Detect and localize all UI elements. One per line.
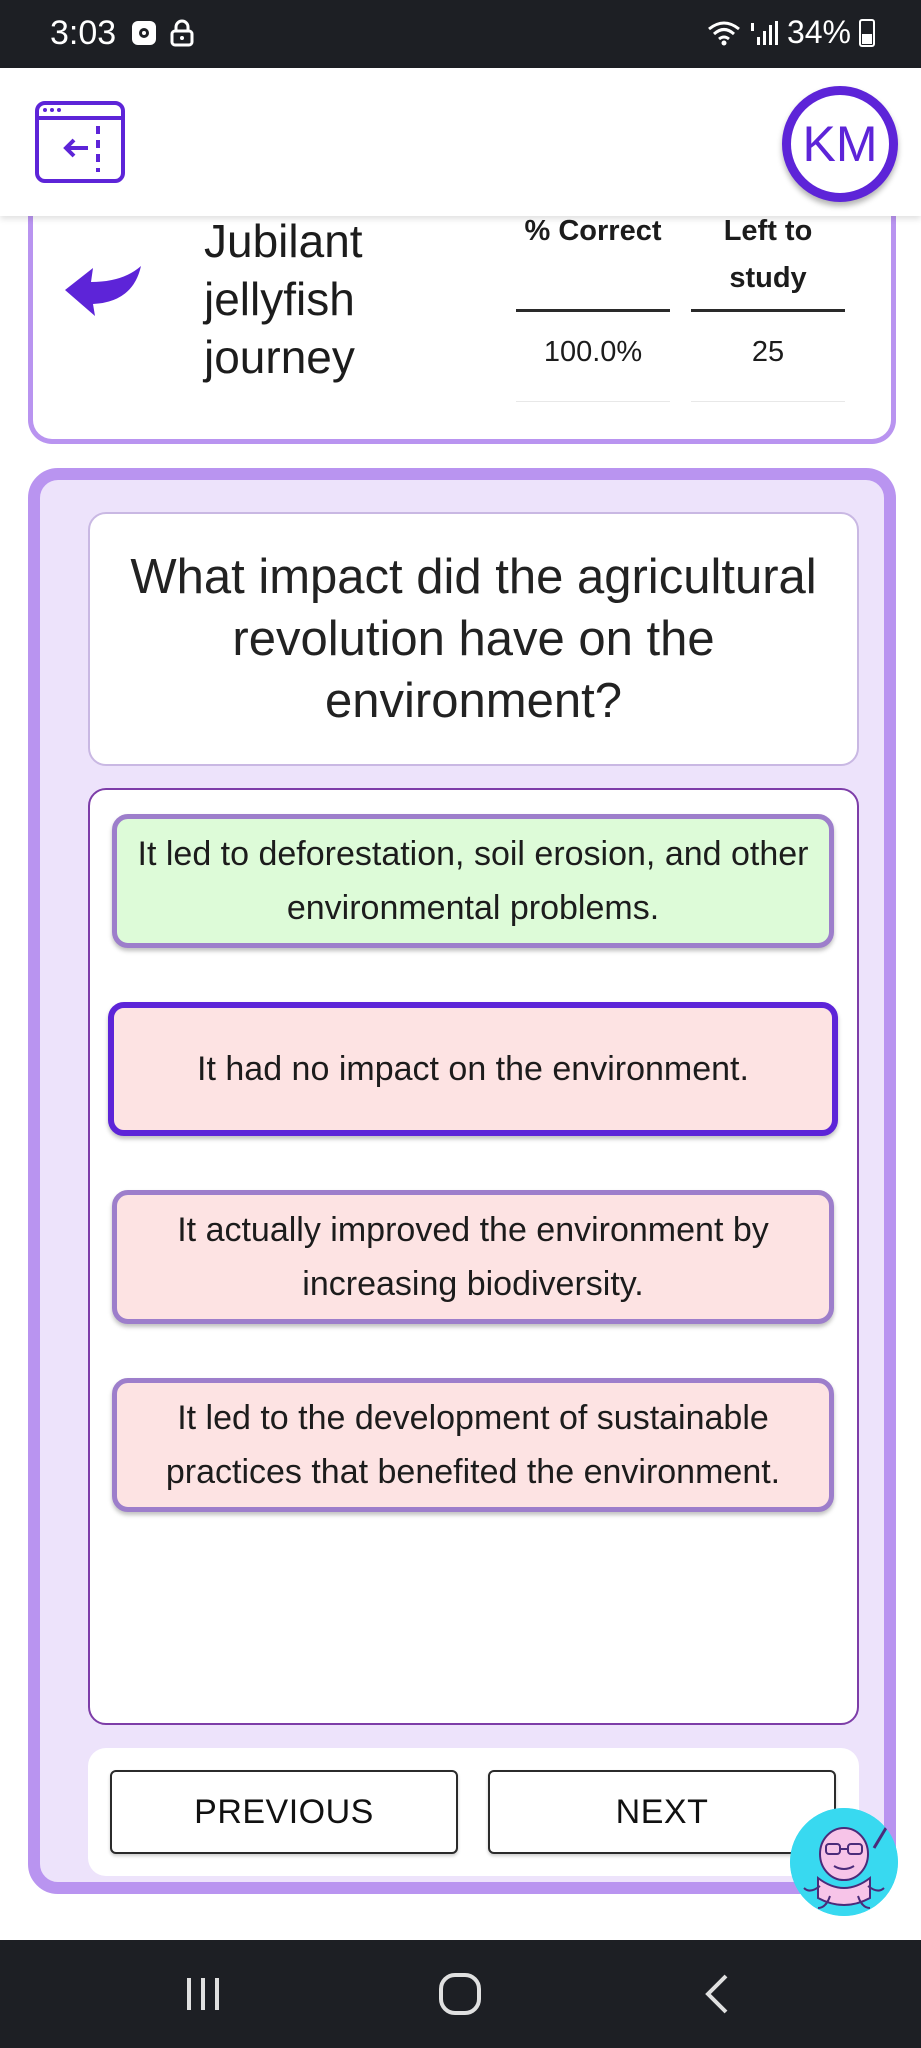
deck-info-card: Jubilant jellyfish journey % Correct 100… (28, 190, 896, 444)
signal-icon (750, 20, 778, 45)
quiz-navigation: PREVIOUS NEXT (88, 1748, 859, 1876)
quiz-panel: What impact did the agricultural revolut… (28, 468, 896, 1894)
answer-option-correct[interactable]: It led to deforestation, soil erosion, a… (112, 814, 834, 948)
battery-icon (859, 18, 875, 47)
answers-list: It led to deforestation, soil erosion, a… (88, 788, 859, 1725)
notification-icon (132, 21, 156, 45)
mascot-avatar-icon[interactable] (790, 1808, 898, 1916)
app-screen: 3:03 34% KM Jubilant jellyfish journey %… (0, 0, 921, 2048)
stat-left-to-study: Left to study 25 (691, 208, 845, 402)
back-icon[interactable] (702, 1972, 732, 2016)
status-time: 3:03 (50, 14, 117, 52)
recent-apps-icon[interactable] (183, 1976, 223, 2012)
answer-option[interactable]: It led to the development of sustainable… (112, 1378, 834, 1512)
previous-button[interactable]: PREVIOUS (110, 1770, 458, 1854)
deck-title: Jubilant jellyfish journey (204, 215, 363, 383)
home-icon[interactable] (438, 1972, 482, 2016)
stat-label: Left to study (691, 208, 845, 312)
exit-window-icon[interactable] (34, 100, 126, 184)
stat-value: 25 (691, 312, 845, 402)
answer-option[interactable]: It actually improved the environment by … (112, 1190, 834, 1324)
stat-percent-correct: % Correct 100.0% (516, 208, 670, 402)
stat-value: 100.0% (516, 312, 670, 402)
user-avatar[interactable]: KM (782, 86, 898, 202)
answer-option-selected[interactable]: It had no impact on the environment. (108, 1002, 838, 1136)
wifi-icon (708, 21, 740, 45)
battery-percent: 34% (786, 14, 851, 50)
back-arrow-icon[interactable] (63, 262, 143, 318)
status-right: 34% (707, 14, 875, 51)
android-navigation-bar (0, 1940, 921, 2048)
question-text: What impact did the agricultural revolut… (88, 512, 859, 766)
app-header: KM (0, 68, 921, 216)
lock-icon (170, 19, 194, 47)
next-button[interactable]: NEXT (488, 1770, 836, 1854)
stat-label: % Correct (516, 208, 670, 312)
status-bar: 3:03 34% (0, 0, 921, 68)
